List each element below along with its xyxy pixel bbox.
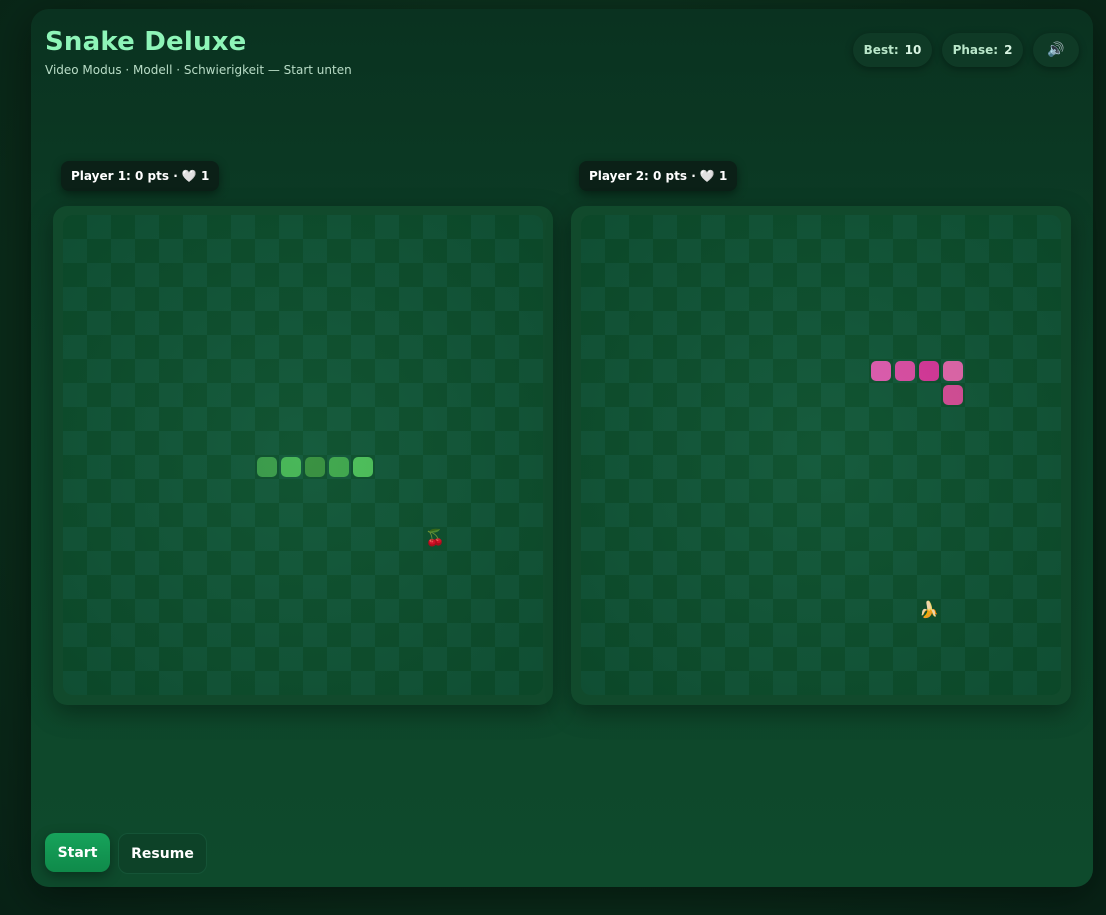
page-title: Snake Deluxe bbox=[45, 27, 247, 57]
banana-food-icon: 🍌 bbox=[919, 600, 939, 619]
best-score-value: 10 bbox=[904, 43, 922, 57]
player-1-board-frame: 🍒 bbox=[53, 206, 553, 705]
snake-segment bbox=[257, 457, 277, 477]
phase-label: Phase: bbox=[952, 43, 999, 57]
phase-badge: Phase: 2 bbox=[942, 33, 1023, 67]
player-2-status: Player 2: 0 pts · 🤍 1 bbox=[579, 161, 738, 191]
best-score-badge: Best: 10 bbox=[853, 33, 932, 67]
snake-segment bbox=[919, 361, 939, 381]
best-score-label: Best: bbox=[863, 43, 899, 57]
player-1-board[interactable]: 🍒 bbox=[63, 215, 543, 695]
snake-head bbox=[943, 385, 963, 405]
resume-button[interactable]: Resume bbox=[118, 833, 207, 874]
page-subtitle: Video Modus · Modell · Schwierigkeit — S… bbox=[45, 63, 352, 77]
sound-toggle-button[interactable]: 🔊 bbox=[1033, 33, 1079, 67]
game-container: Snake Deluxe Video Modus · Modell · Schw… bbox=[31, 9, 1093, 887]
player-2-board-frame: 🍌 bbox=[571, 206, 1071, 705]
player-1-status: Player 1: 0 pts · 🤍 1 bbox=[61, 161, 220, 191]
player-2-board[interactable]: 🍌 bbox=[581, 215, 1061, 695]
snake-segment bbox=[895, 361, 915, 381]
snake-segment bbox=[871, 361, 891, 381]
cherry-food-icon: 🍒 bbox=[425, 528, 445, 547]
snake-head bbox=[353, 457, 373, 477]
snake-segment bbox=[329, 457, 349, 477]
snake-segment bbox=[305, 457, 325, 477]
speaker-icon: 🔊 bbox=[1047, 42, 1065, 58]
snake-segment bbox=[281, 457, 301, 477]
start-button[interactable]: Start bbox=[45, 833, 110, 872]
snake-segment bbox=[943, 361, 963, 381]
phase-value: 2 bbox=[1004, 43, 1013, 57]
